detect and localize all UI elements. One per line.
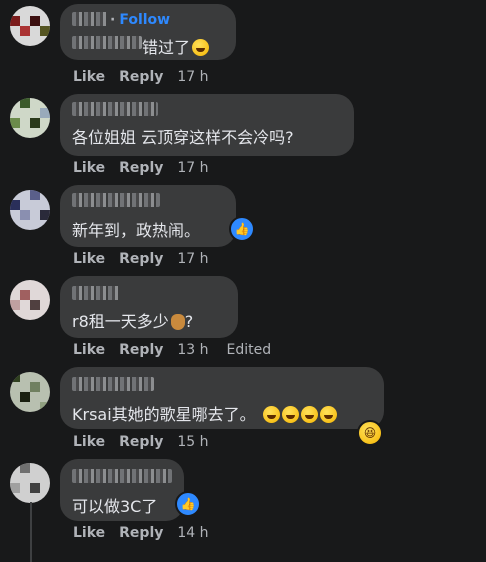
comment-bubble: · Follow 错过了 bbox=[60, 4, 236, 60]
comment-text-content: r8租一天多少 bbox=[72, 312, 169, 331]
author-name-blur bbox=[72, 36, 142, 49]
comment-text-content: Krsai其她的歌星哪去了。 bbox=[72, 405, 256, 424]
comment-actions: Like Reply 17 h bbox=[73, 69, 223, 85]
like-link[interactable]: Like bbox=[73, 160, 105, 176]
comment-actions: Like Reply 15 h bbox=[73, 434, 223, 450]
thread-line bbox=[30, 502, 32, 562]
comment-text: r8租一天多少? bbox=[72, 308, 193, 332]
avatar[interactable] bbox=[10, 98, 50, 138]
avatar[interactable] bbox=[10, 280, 50, 320]
money-bag-icon bbox=[170, 314, 185, 330]
like-reaction-icon[interactable]: 👍 bbox=[229, 216, 255, 242]
comment-bubble: Krsai其她的歌星哪去了。 bbox=[60, 367, 384, 429]
laughing-emoji-icon bbox=[262, 406, 280, 423]
reply-link[interactable]: Reply bbox=[119, 434, 163, 450]
laugh-reaction-icon[interactable]: 😆 bbox=[357, 420, 383, 446]
laughing-emoji-icon bbox=[319, 406, 337, 423]
comment-text: 可以做3C了 bbox=[72, 497, 158, 516]
comment-bubble: 各位姐姐 云顶穿这样不会冷吗? bbox=[60, 94, 354, 156]
comment-bubble: 可以做3C了 bbox=[60, 459, 184, 521]
comment-actions: Like Reply 17 h bbox=[73, 251, 223, 267]
reply-link[interactable]: Reply bbox=[119, 69, 163, 85]
comment-text: 错过了 bbox=[142, 34, 210, 58]
comment-text-suffix: ? bbox=[184, 312, 194, 331]
author-name[interactable] bbox=[72, 377, 154, 391]
avatar[interactable] bbox=[10, 190, 50, 230]
author-name[interactable] bbox=[72, 469, 172, 483]
like-link[interactable]: Like bbox=[73, 342, 105, 358]
comment-actions: Like Reply 14 h bbox=[73, 525, 223, 541]
comment-bubble: r8租一天多少? bbox=[60, 276, 238, 338]
reply-link[interactable]: Reply bbox=[119, 525, 163, 541]
author-name[interactable] bbox=[72, 193, 160, 207]
like-link[interactable]: Like bbox=[73, 434, 105, 450]
follow-button[interactable]: · Follow bbox=[110, 12, 170, 28]
author-name[interactable] bbox=[72, 286, 120, 300]
timestamp[interactable]: 13 h bbox=[177, 342, 208, 358]
follow-label: Follow bbox=[119, 12, 171, 28]
like-reaction-icon[interactable]: 👍 bbox=[175, 491, 201, 517]
like-link[interactable]: Like bbox=[73, 69, 105, 85]
avatar[interactable] bbox=[10, 463, 50, 503]
avatar[interactable] bbox=[10, 372, 50, 412]
comment-text: 新年到，政热闹。 bbox=[72, 221, 201, 240]
comment-text: 各位姐姐 云顶穿这样不会冷吗? bbox=[72, 128, 294, 147]
comment-actions: Like Reply 13 h Edited bbox=[73, 342, 285, 358]
comment-text-content: 错过了 bbox=[142, 38, 191, 57]
timestamp[interactable]: 17 h bbox=[177, 160, 208, 176]
timestamp[interactable]: 15 h bbox=[177, 434, 208, 450]
separator-dot: · bbox=[110, 12, 116, 28]
avatar[interactable] bbox=[10, 6, 50, 46]
rofl-emoji-icon bbox=[192, 39, 210, 56]
timestamp[interactable]: 14 h bbox=[177, 525, 208, 541]
like-link[interactable]: Like bbox=[73, 525, 105, 541]
comment-bubble: 新年到，政热闹。 bbox=[60, 185, 236, 247]
timestamp[interactable]: 17 h bbox=[177, 69, 208, 85]
laughing-emoji-icon bbox=[281, 406, 299, 423]
comment-actions: Like Reply 17 h bbox=[73, 160, 223, 176]
comment-text: Krsai其她的歌星哪去了。 bbox=[72, 401, 337, 425]
like-link[interactable]: Like bbox=[73, 251, 105, 267]
author-name[interactable] bbox=[72, 102, 158, 116]
reply-link[interactable]: Reply bbox=[119, 251, 163, 267]
laughing-emoji-icon bbox=[300, 406, 318, 423]
reply-link[interactable]: Reply bbox=[119, 342, 163, 358]
timestamp[interactable]: 17 h bbox=[177, 251, 208, 267]
reply-link[interactable]: Reply bbox=[119, 160, 163, 176]
edited-label[interactable]: Edited bbox=[227, 342, 272, 358]
author-name[interactable] bbox=[72, 12, 108, 26]
